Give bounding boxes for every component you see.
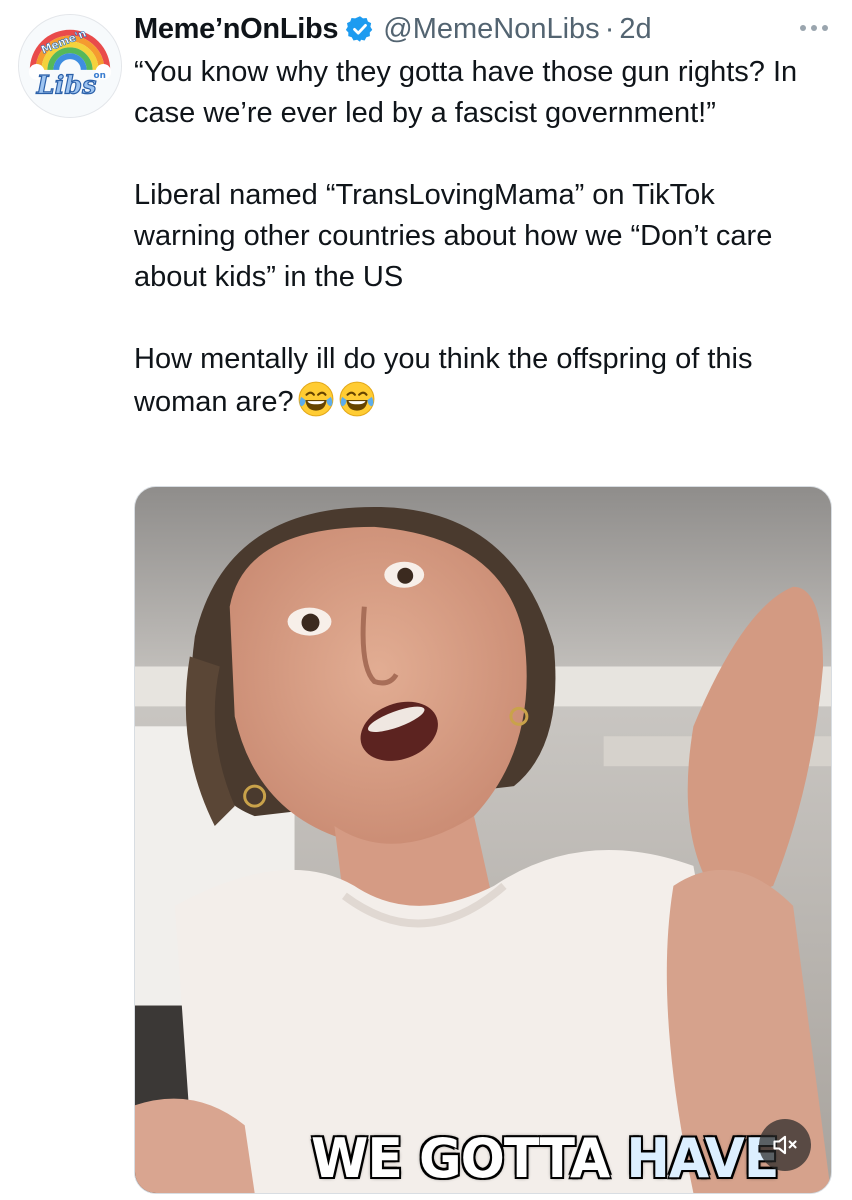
avatar-main-text: Libs [36,70,97,100]
tweet-paragraph-3-text: How mentally ill do you think the offspr… [134,343,753,418]
more-options-icon[interactable] [796,18,832,38]
video-frame [135,487,831,1193]
tweet: Meme'n on Libs Meme’nOnLibs @MemeNonLibs… [0,0,852,1200]
caption-word-2: GOTTA [419,1127,610,1191]
tears-of-joy-emoji-icon [339,381,375,417]
tweet-header: Meme’nOnLibs @MemeNonLibs · 2d [134,10,832,48]
display-name[interactable]: Meme’nOnLibs [134,13,339,46]
handle[interactable]: @MemeNonLibs [383,13,599,46]
speaker-muted-icon [773,1135,797,1155]
tweet-text: “You know why they gotta have those gun … [134,52,822,423]
video-player[interactable]: WE GOTTA HAVE [134,486,832,1194]
tweet-paragraph-2: Liberal named “TransLovingMama” on TikTo… [134,179,773,293]
avatar[interactable]: Meme'n on Libs [18,14,122,118]
caption-word-3: HAVE [626,1127,779,1191]
tweet-paragraph-3: How mentally ill do you think the offspr… [134,339,822,423]
video-caption: WE GOTTA HAVE [311,1127,779,1191]
timestamp[interactable]: 2d [619,13,651,46]
tears-of-joy-emoji-icon [298,381,334,417]
tweet-paragraph-1: “You know why they gotta have those gun … [134,56,798,129]
verified-badge-icon[interactable] [345,14,375,44]
avatar-logo: Meme'n on Libs [19,15,121,117]
mute-button[interactable] [759,1119,811,1171]
separator-dot: · [604,12,615,45]
caption-word-1: WE [311,1127,403,1191]
